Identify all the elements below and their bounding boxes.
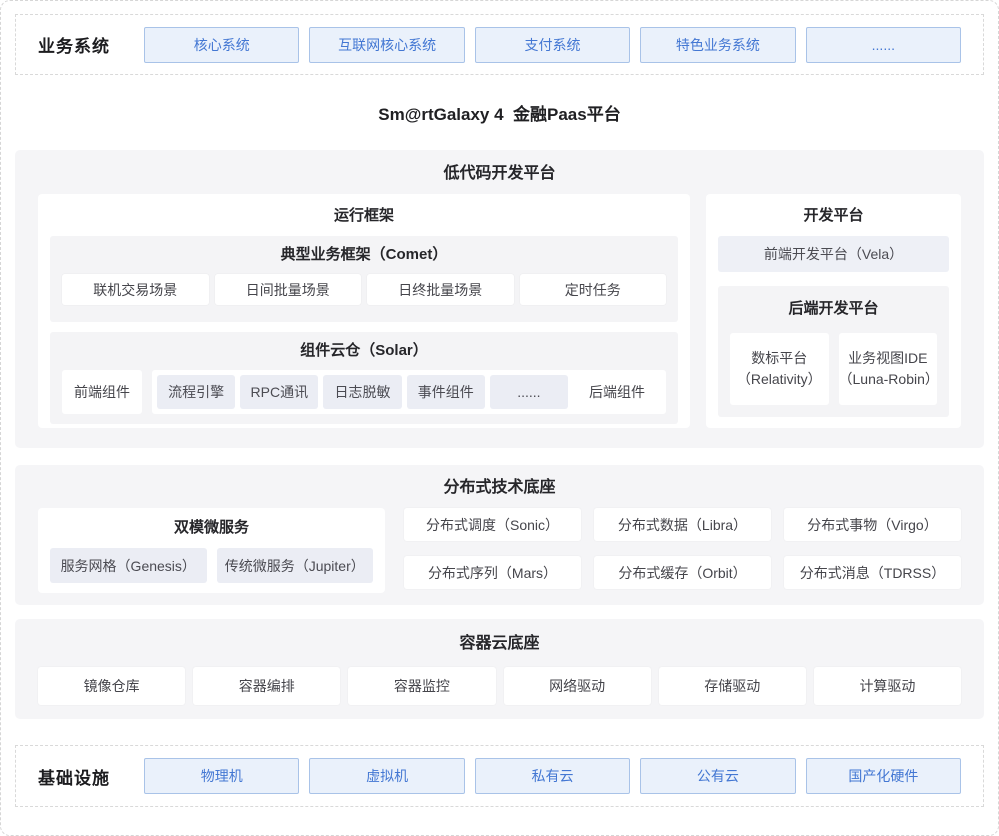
business-systems-row: 业务系统 核心系统 互联网核心系统 支付系统 特色业务系统 ...... [15,14,984,75]
container-item-monitoring: 容器监控 [348,667,495,705]
container-cloud-panel: 容器云底座 镜像仓库 容器编排 容器监控 网络驱动 存储驱动 计算驱动 [15,619,984,719]
main-title: Sm@rtGalaxy 4 金融Paas平台 [378,100,620,125]
low-code-panel: 低代码开发平台 运行框架 典型业务框架（Comet） 联机交易场景 日间批量场景… [15,150,984,448]
luna-robin-code: （Luna-Robin） [839,369,938,390]
backend-cell-luna-robin: 业务视图IDE （Luna-Robin） [839,333,938,405]
container-item-network-driver: 网络驱动 [504,667,651,705]
backend-cell-relativity: 数标平台 （Relativity） [730,333,829,405]
relativity-code: （Relativity） [737,369,822,390]
low-code-panel-title: 低代码开发平台 [38,150,961,185]
distributed-items-grid: 分布式调度（Sonic） 分布式数据（Libra） 分布式事物（Virgo） 分… [404,508,961,593]
comet-item-online-trading: 联机交易场景 [62,274,209,305]
dual-mode-title: 双模微服务 [50,518,373,538]
container-item-image-repo: 镜像仓库 [38,667,185,705]
infrastructure-label: 基础设施 [38,764,110,789]
dual-mode-microservice-card: 双模微服务 服务网格（Genesis） 传统微服务（Jupiter） [38,508,385,593]
business-system-box-core: 核心系统 [144,27,299,63]
distributed-item-libra: 分布式数据（Libra） [594,508,771,541]
solar-component-box: 组件云仓（Solar） 前端组件 流程引擎 RPC通讯 日志脱敏 事件组件 ..… [50,332,678,424]
runtime-framework-card: 运行框架 典型业务框架（Comet） 联机交易场景 日间批量场景 日终批量场景 … [38,194,690,428]
distributed-base-panel: 分布式技术底座 双模微服务 服务网格（Genesis） 传统微服务（Jupite… [15,465,984,605]
solar-back-component-label: 后端组件 [573,382,661,402]
business-system-box-payment: 支付系统 [475,27,630,63]
infrastructure-boxes: 物理机 虚拟机 私有云 公有云 国产化硬件 [144,758,961,794]
comet-framework-box: 典型业务框架（Comet） 联机交易场景 日间批量场景 日终批量场景 定时任务 [50,236,678,322]
business-system-box-internet-core: 互联网核心系统 [309,27,464,63]
solar-component-title: 组件云仓（Solar） [62,341,666,361]
distributed-item-mars: 分布式序列（Mars） [404,556,581,589]
distributed-base-title: 分布式技术底座 [38,465,961,499]
solar-item-row: 前端组件 流程引擎 RPC通讯 日志脱敏 事件组件 ...... 后端组件 [62,370,666,414]
container-cloud-row: 镜像仓库 容器编排 容器监控 网络驱动 存储驱动 计算驱动 [38,667,961,705]
backend-platform-row: 数标平台 （Relativity） 业务视图IDE （Luna-Robin） [730,333,937,405]
luna-robin-name: 业务视图IDE [848,348,927,369]
distributed-item-virgo: 分布式事物（Virgo） [784,508,961,541]
business-systems-label: 业务系统 [38,32,110,57]
architecture-diagram: 业务系统 核心系统 互联网核心系统 支付系统 特色业务系统 ...... Sm@… [0,0,999,836]
dev-platform-card: 开发平台 前端开发平台（Vela） 后端开发平台 数标平台 （Relativit… [706,194,961,428]
solar-chip-log-masking: 日志脱敏 [323,375,401,409]
solar-front-component-box: 前端组件 [62,370,142,414]
dev-platform-title: 开发平台 [718,205,949,227]
main-title-wrap: Sm@rtGalaxy 4 金融Paas平台 [15,75,984,150]
container-item-compute-driver: 计算驱动 [814,667,961,705]
runtime-framework-title: 运行框架 [50,205,678,227]
backend-platform-title: 后端开发平台 [730,299,937,319]
container-item-orchestration: 容器编排 [193,667,340,705]
container-cloud-title: 容器云底座 [38,619,961,655]
solar-chip-event: 事件组件 [407,375,485,409]
infrastructure-box-public-cloud: 公有云 [640,758,795,794]
business-system-box-special: 特色业务系统 [640,27,795,63]
low-code-columns: 运行框架 典型业务框架（Comet） 联机交易场景 日间批量场景 日终批量场景 … [38,194,961,428]
infrastructure-box-private-cloud: 私有云 [475,758,630,794]
jupiter-microservice-chip: 传统微服务（Jupiter） [217,548,374,583]
infrastructure-box-vm: 虚拟机 [309,758,464,794]
vela-frontend-platform-chip: 前端开发平台（Vela） [718,236,949,272]
solar-chip-strip: 流程引擎 RPC通讯 日志脱敏 事件组件 ...... 后端组件 [152,370,666,414]
comet-item-daytime-batch: 日间批量场景 [215,274,362,305]
distributed-item-sonic: 分布式调度（Sonic） [404,508,581,541]
distributed-item-orbit: 分布式缓存（Orbit） [594,556,771,589]
distributed-item-tdrss: 分布式消息（TDRSS） [784,556,961,589]
container-item-storage-driver: 存储驱动 [659,667,806,705]
distributed-columns: 双模微服务 服务网格（Genesis） 传统微服务（Jupiter） 分布式调度… [38,508,961,593]
dual-mode-chips: 服务网格（Genesis） 传统微服务（Jupiter） [50,548,373,583]
solar-chip-process-engine: 流程引擎 [157,375,235,409]
comet-item-eod-batch: 日终批量场景 [367,274,514,305]
solar-chip-more: ...... [490,375,568,409]
business-system-box-more: ...... [806,27,961,63]
infrastructure-box-physical: 物理机 [144,758,299,794]
infrastructure-row: 基础设施 物理机 虚拟机 私有云 公有云 国产化硬件 [15,745,984,807]
infrastructure-box-domestic-hw: 国产化硬件 [806,758,961,794]
genesis-service-mesh-chip: 服务网格（Genesis） [50,548,207,583]
comet-item-scheduled-task: 定时任务 [520,274,667,305]
solar-chip-rpc: RPC通讯 [240,375,318,409]
comet-framework-title: 典型业务框架（Comet） [62,245,666,265]
relativity-name: 数标平台 [751,348,807,369]
backend-platform-box: 后端开发平台 数标平台 （Relativity） 业务视图IDE （Luna-R… [718,286,949,417]
business-systems-boxes: 核心系统 互联网核心系统 支付系统 特色业务系统 ...... [144,27,961,63]
comet-item-row: 联机交易场景 日间批量场景 日终批量场景 定时任务 [62,274,666,305]
